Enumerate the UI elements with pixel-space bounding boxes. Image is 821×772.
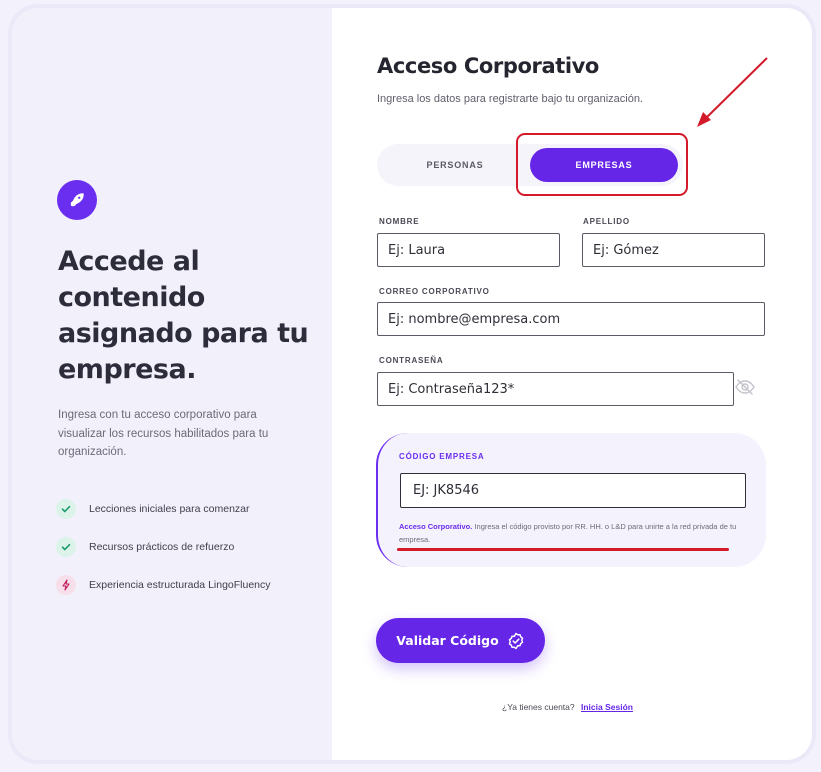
company-code-label: CÓDIGO EMPRESA xyxy=(399,452,485,461)
validate-code-button[interactable]: Validar Código xyxy=(376,618,545,663)
feature-label: Lecciones iniciales para comenzar xyxy=(89,503,250,515)
rocket-icon xyxy=(57,180,97,220)
nombre-input[interactable] xyxy=(377,233,560,267)
form-title: Acceso Corporativo xyxy=(377,54,599,78)
login-prompt: ¿Ya tienes cuenta? xyxy=(502,702,575,712)
validate-code-label: Validar Código xyxy=(396,633,499,648)
company-code-note-title: Acceso Corporativo. xyxy=(399,522,473,531)
register-card: Accede al contenido asignado para tu emp… xyxy=(12,8,812,760)
feature-item: Recursos prácticos de refuerzo xyxy=(56,528,271,566)
annotation-underline xyxy=(397,548,729,551)
password-label: CONTRASEÑA xyxy=(379,356,444,365)
badge-check-icon xyxy=(508,632,523,649)
password-field[interactable] xyxy=(377,372,734,406)
hero-title: Accede al contenido asignado para tu emp… xyxy=(58,246,309,385)
feature-item: Lecciones iniciales para comenzar xyxy=(56,490,271,528)
info-panel: Accede al contenido asignado para tu emp… xyxy=(12,8,332,760)
account-type-toggle: PERSONAS EMPRESAS xyxy=(377,144,683,186)
form-subtitle: Ingresa los datos para registrarte bajo … xyxy=(377,93,643,105)
feature-list: Lecciones iniciales para comenzar Recurs… xyxy=(56,490,271,604)
check-icon xyxy=(56,537,76,557)
bolt-icon xyxy=(56,575,76,595)
feature-label: Experiencia estructurada LingoFluency xyxy=(89,579,271,591)
company-code-note: Acceso Corporativo. Ingresa el código pr… xyxy=(399,520,744,546)
apellido-label: APELLIDO xyxy=(583,217,630,226)
tab-personas[interactable]: PERSONAS xyxy=(383,148,527,182)
check-icon xyxy=(56,499,76,519)
company-code-input[interactable] xyxy=(400,473,746,508)
apellido-input[interactable] xyxy=(582,233,765,267)
correo-label: CORREO CORPORATIVO xyxy=(379,287,490,296)
feature-label: Recursos prácticos de refuerzo xyxy=(89,541,235,553)
form-panel: Acceso Corporativo Ingresa los datos par… xyxy=(332,8,812,760)
email-field[interactable] xyxy=(377,302,765,336)
hero-description: Ingresa con tu acceso corporativo para v… xyxy=(58,409,269,458)
feature-item: Experiencia estructurada LingoFluency xyxy=(56,566,271,604)
login-link[interactable]: Inicia Sesión xyxy=(581,702,633,712)
tab-empresas[interactable]: EMPRESAS xyxy=(530,148,678,182)
eye-off-icon[interactable] xyxy=(734,378,756,396)
nombre-label: NOMBRE xyxy=(379,217,420,226)
login-prompt-row: ¿Ya tienes cuenta? Inicia Sesión xyxy=(502,702,633,712)
